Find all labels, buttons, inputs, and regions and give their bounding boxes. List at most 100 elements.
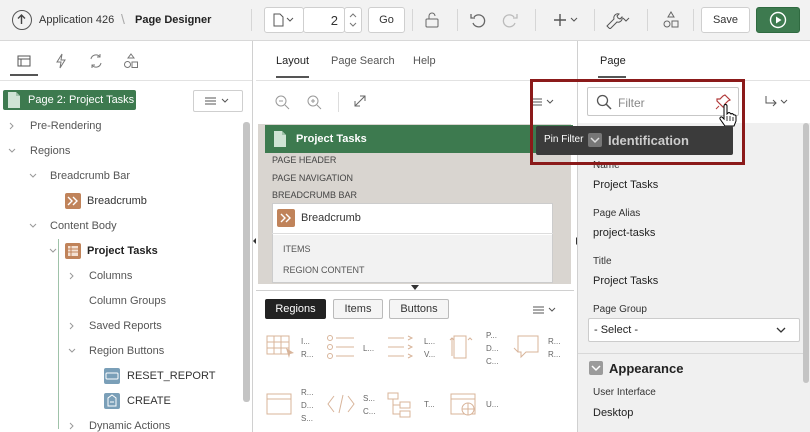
- breadcrumb-region-icon: [65, 193, 81, 209]
- lock-icon[interactable]: [423, 11, 441, 29]
- filter-placeholder: Filter: [618, 96, 645, 110]
- url-region-icon[interactable]: [450, 392, 480, 418]
- add-menu-icon[interactable]: [553, 12, 581, 28]
- reflow-report-icon[interactable]: [512, 334, 542, 360]
- tree-regions[interactable]: Regions: [30, 145, 70, 157]
- pdf-icon[interactable]: [448, 334, 478, 360]
- dynamic-actions-tab-icon[interactable]: [54, 53, 68, 69]
- tree-menu-button[interactable]: [193, 90, 243, 112]
- page-node[interactable]: Page 2: Project Tasks: [3, 90, 136, 110]
- app-link[interactable]: Application 426: [39, 14, 114, 26]
- tree-saved-reports[interactable]: Saved Reports: [89, 320, 162, 332]
- tab-layout[interactable]: Layout: [276, 55, 309, 67]
- rendering-tab-icon[interactable]: [17, 54, 31, 68]
- divider: [647, 9, 648, 31]
- region-header[interactable]: Project Tasks: [265, 125, 573, 153]
- tooltip-text: Pin Filter: [544, 134, 584, 145]
- active-tab-underline: [598, 76, 626, 78]
- divider: [535, 9, 536, 31]
- page-node-label: Page 2: Project Tasks: [28, 94, 135, 106]
- page-group-label: Page Group: [593, 304, 647, 315]
- items-position[interactable]: ITEMS: [283, 244, 311, 254]
- tree-breadcrumb[interactable]: Breadcrumb: [87, 195, 147, 207]
- page-stepper[interactable]: [344, 7, 362, 33]
- divider: [457, 9, 458, 31]
- title-field[interactable]: Project Tasks: [588, 270, 800, 294]
- search-icon: [596, 94, 612, 110]
- tab-page[interactable]: Page: [600, 55, 626, 67]
- tab-page-search[interactable]: Page Search: [331, 55, 395, 67]
- gallery-tab-buttons[interactable]: Buttons: [389, 299, 449, 319]
- position-page-navigation[interactable]: PAGE NAVIGATION: [272, 173, 353, 183]
- page-type-button[interactable]: [264, 7, 304, 33]
- go-to-group-icon[interactable]: [764, 94, 792, 110]
- button-icon: [104, 368, 120, 384]
- divider: [594, 9, 595, 31]
- page-icon: [8, 92, 20, 108]
- gallery-label: R...: [301, 350, 314, 359]
- title-label: Title: [593, 256, 612, 267]
- zoom-out-icon[interactable]: [274, 94, 290, 110]
- tree-content-body[interactable]: Content Body: [50, 220, 117, 232]
- position-breadcrumb-bar[interactable]: BREADCRUMB BAR: [272, 190, 357, 200]
- gallery-tab-regions[interactable]: Regions: [265, 299, 326, 319]
- go-button[interactable]: Go: [368, 7, 405, 33]
- page-number-input[interactable]: 2: [303, 7, 345, 33]
- tree-pre-rendering[interactable]: Pre-Rendering: [30, 120, 102, 132]
- gallery-label: C...: [486, 357, 499, 366]
- position-page-header[interactable]: PAGE HEADER: [272, 155, 336, 165]
- expand-icon[interactable]: [353, 94, 367, 108]
- divider: [412, 9, 413, 31]
- tree-reset-report[interactable]: RESET_REPORT: [127, 370, 215, 382]
- processing-tab-icon[interactable]: [88, 53, 104, 69]
- shared-components-tab-icon[interactable]: [123, 53, 139, 69]
- left-scrollbar[interactable]: [243, 122, 250, 402]
- save-button[interactable]: Save: [701, 7, 750, 33]
- region-display-selector-icon[interactable]: [266, 392, 296, 418]
- zoom-in-icon[interactable]: [306, 94, 322, 110]
- gallery-label: P...: [486, 331, 497, 340]
- region-content-position[interactable]: REGION CONTENT: [283, 265, 365, 275]
- gallery-menu-icon[interactable]: [532, 304, 558, 316]
- tree-dynamic-actions[interactable]: Dynamic Actions: [89, 420, 170, 432]
- tree-breadcrumb-bar[interactable]: Breadcrumb Bar: [50, 170, 130, 182]
- interactive-report-icon[interactable]: [266, 334, 296, 360]
- collapse-identification-icon[interactable]: [588, 133, 602, 147]
- gallery-label: R...: [548, 350, 561, 359]
- page-alias-field[interactable]: project-tasks: [588, 222, 800, 246]
- right-scrollbar[interactable]: [803, 123, 809, 383]
- divider: [0, 80, 252, 81]
- tree-columns[interactable]: Columns: [89, 270, 132, 282]
- shared-components-icon[interactable]: [662, 11, 680, 29]
- gallery-label: V...: [424, 350, 436, 359]
- tree-region-buttons[interactable]: Region Buttons: [89, 345, 164, 357]
- divider: [338, 92, 339, 112]
- list-view-icon[interactable]: [326, 334, 356, 360]
- tree-project-tasks[interactable]: Project Tasks: [87, 245, 158, 257]
- page-group-select[interactable]: - Select -: [588, 318, 800, 342]
- gallery-label: C...: [363, 407, 376, 416]
- wrench-menu-icon[interactable]: [604, 11, 632, 29]
- tab-help[interactable]: Help: [413, 55, 436, 67]
- collapse-appearance-icon[interactable]: [589, 361, 603, 375]
- breadcrumb-card-header[interactable]: Breadcrumb: [272, 203, 553, 234]
- static-content-icon[interactable]: [326, 392, 356, 418]
- user-interface-label: User Interface: [593, 387, 656, 398]
- tree-region-icon[interactable]: [386, 392, 416, 418]
- gallery-tab-items[interactable]: Items: [333, 299, 383, 319]
- filter-input[interactable]: Filter: [587, 87, 739, 116]
- left-pane: Page 2: Project Tasks Pre-Rendering Regi…: [0, 41, 253, 432]
- user-interface-value[interactable]: Desktop: [588, 402, 800, 426]
- name-field[interactable]: Project Tasks: [588, 174, 800, 198]
- undo-icon[interactable]: [469, 11, 487, 29]
- app-up-icon[interactable]: [12, 10, 32, 30]
- gallery-label: D...: [486, 344, 499, 353]
- tree-column-groups[interactable]: Column Groups: [89, 295, 166, 307]
- divider: [256, 80, 574, 81]
- tree-create[interactable]: CREATE: [127, 395, 171, 407]
- gallery-label: R...: [301, 388, 314, 397]
- redo-icon[interactable]: [501, 11, 519, 29]
- page-alias-label: Page Alias: [593, 208, 641, 219]
- run-button[interactable]: [756, 7, 800, 33]
- list-icon[interactable]: [386, 334, 416, 360]
